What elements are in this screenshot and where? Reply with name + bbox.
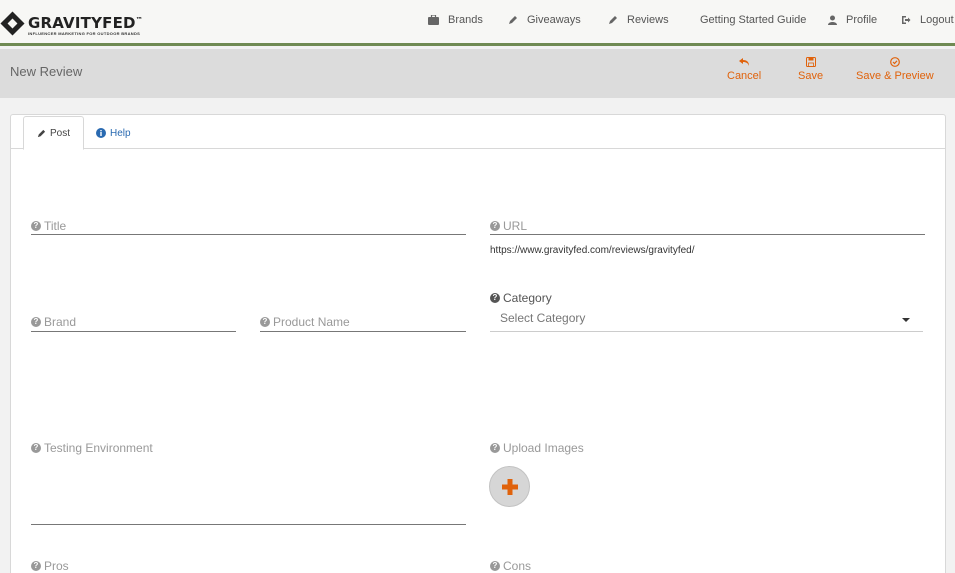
logout-icon <box>902 16 911 24</box>
nav-logout[interactable]: Logout <box>901 12 954 28</box>
plus-icon <box>501 478 518 495</box>
title-label-text: Title <box>44 219 67 233</box>
logo-tagline: INFLUENCER MARKETING FOR OUTDOOR BRANDS <box>28 31 141 36</box>
nav-profile-label: Profile <box>846 14 878 26</box>
cons-label-text: Cons <box>503 559 532 573</box>
undo-icon <box>738 58 749 66</box>
category-select[interactable]: Select Category <box>500 311 585 325</box>
cancel-label: Cancel <box>727 70 762 82</box>
page-title: New Review <box>10 64 83 79</box>
tab-help-label: Help <box>110 127 131 139</box>
title-label: ? Title <box>31 219 66 233</box>
question-circle-icon[interactable]: ? <box>490 561 500 571</box>
question-circle-icon[interactable]: ? <box>31 443 41 453</box>
gravityfed-logo[interactable]: GRAVITYFED™ INFLUENCER MARKETING FOR OUT… <box>0 11 143 37</box>
product-name-label: ? Product Name <box>260 315 350 329</box>
nav-logout-label: Logout <box>920 14 954 26</box>
category-label: ? Category <box>490 291 552 305</box>
url-value: https://www.gravityfed.com/reviews/gravi… <box>490 245 695 256</box>
tab-post[interactable]: Post <box>23 116 84 150</box>
category-select-underline <box>490 331 923 332</box>
review-form-panel: Post Help <box>10 114 946 573</box>
nav-getting-started[interactable]: Getting Started Guide <box>700 12 806 28</box>
product-name-input[interactable] <box>260 331 466 332</box>
save-preview-label: Save & Preview <box>856 70 934 82</box>
nav-giveaways[interactable]: Giveaways <box>508 12 581 28</box>
question-circle-icon[interactable]: ? <box>31 317 41 327</box>
logo-diamond-icon <box>0 11 25 36</box>
brand-label-text: Brand <box>44 315 77 329</box>
brand-label: ? Brand <box>31 315 76 329</box>
tab-bar: Post Help <box>11 115 945 150</box>
logo-name: GRAVITYFED <box>28 14 136 32</box>
question-circle-icon[interactable]: ? <box>31 221 41 231</box>
category-label-text: Category <box>503 291 552 305</box>
pencil-icon <box>37 129 46 137</box>
question-circle-icon[interactable]: ? <box>490 443 500 453</box>
nav-reviews-label: Reviews <box>627 14 669 26</box>
nav-brands-label: Brands <box>448 14 483 26</box>
check-circle-icon <box>889 57 900 67</box>
question-circle-icon[interactable]: ? <box>490 293 500 303</box>
briefcase-icon <box>428 15 439 25</box>
top-navbar: GRAVITYFED™ INFLUENCER MARKETING FOR OUT… <box>0 0 955 46</box>
testing-environment-label: ? Testing Environment <box>31 441 153 455</box>
nav-reviews[interactable]: Reviews <box>608 12 669 28</box>
nav-giveaways-label: Giveaways <box>527 14 581 26</box>
question-circle-icon[interactable]: ? <box>31 561 41 571</box>
save-label: Save <box>798 70 824 82</box>
question-circle-icon[interactable]: ? <box>490 221 500 231</box>
user-icon <box>828 15 837 25</box>
upload-images-label: ? Upload Images <box>490 441 584 455</box>
url-input[interactable] <box>490 234 925 235</box>
upload-images-label-text: Upload Images <box>503 441 584 455</box>
nav-brands[interactable]: Brands <box>428 12 483 28</box>
cancel-button[interactable]: Cancel <box>727 57 761 82</box>
testing-environment-label-text: Testing Environment <box>44 441 153 455</box>
url-label-text: URL <box>503 219 528 233</box>
floppy-disk-icon <box>805 57 816 67</box>
tab-post-label: Post <box>49 127 70 139</box>
nav-profile[interactable]: Profile <box>828 12 877 28</box>
tab-help[interactable]: Help <box>96 116 131 150</box>
brand-input[interactable] <box>31 331 236 332</box>
nav-getting-started-label: Getting Started Guide <box>700 14 807 26</box>
question-circle-icon[interactable]: ? <box>260 317 270 327</box>
pencil-icon <box>609 16 617 24</box>
save-preview-button[interactable]: Save & Preview <box>856 57 934 82</box>
pros-label: ? Pros <box>31 559 69 573</box>
pencil-icon <box>509 16 517 24</box>
save-button[interactable]: Save <box>798 57 823 82</box>
info-circle-icon <box>96 128 106 138</box>
caret-down-icon[interactable] <box>902 318 910 322</box>
product-name-label-text: Product Name <box>273 315 350 329</box>
pros-label-text: Pros <box>44 559 69 573</box>
url-label: ? URL <box>490 219 527 233</box>
title-input[interactable] <box>31 234 466 235</box>
logo-trademark: ™ <box>135 16 143 24</box>
testing-environment-textarea[interactable] <box>31 524 466 525</box>
upload-image-button[interactable] <box>489 466 530 507</box>
editor-toolbar: New Review Cancel Save Save & Preview <box>0 49 955 98</box>
cons-label: ? Cons <box>490 559 531 573</box>
